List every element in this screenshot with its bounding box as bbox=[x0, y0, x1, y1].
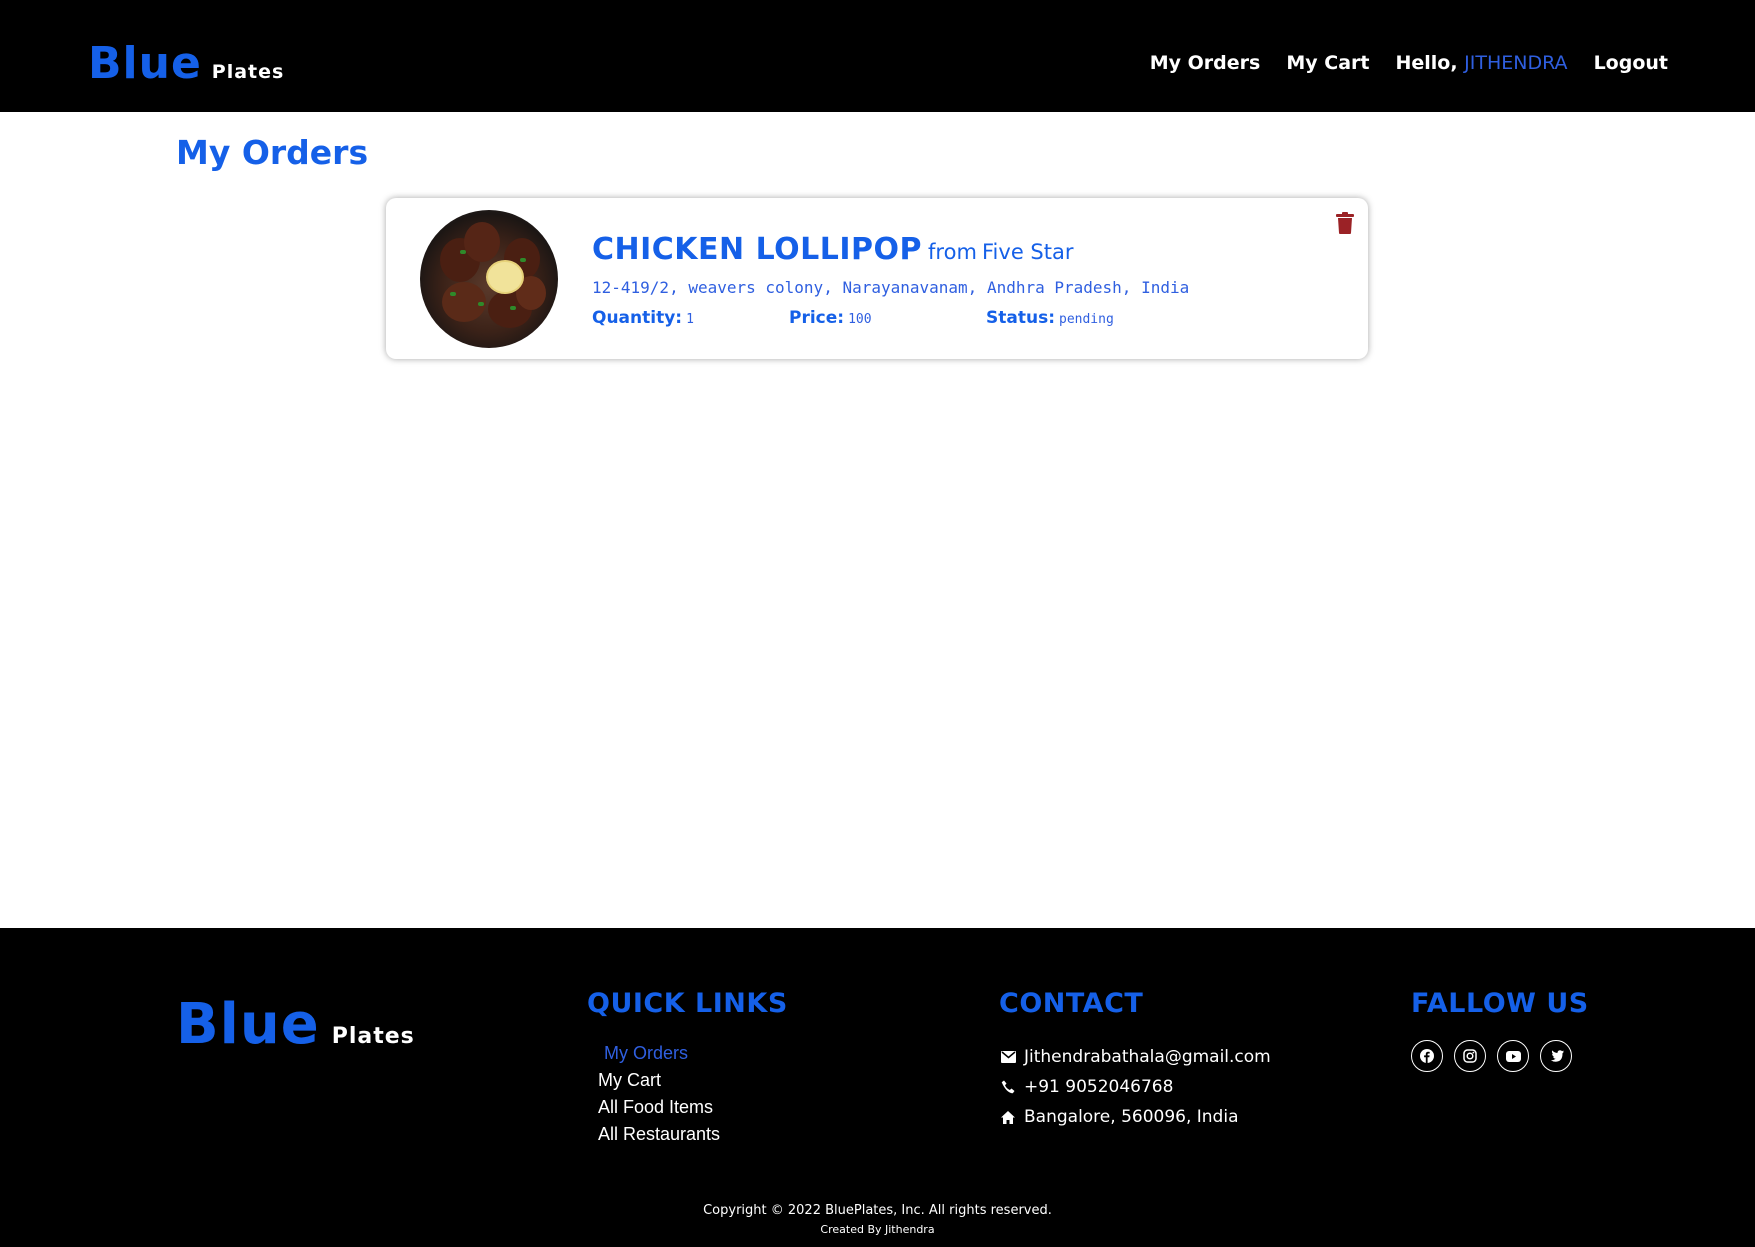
order-card: CHICKEN LOLLIPOP from Five Star 12-419/2,… bbox=[386, 198, 1368, 359]
hello-label: Hello, bbox=[1395, 52, 1465, 74]
instagram-link[interactable] bbox=[1454, 1040, 1486, 1072]
status-value: pending bbox=[1059, 312, 1114, 327]
brand-sub-text: Plates bbox=[211, 61, 285, 83]
instagram-icon bbox=[1463, 1049, 1477, 1063]
brand-logo[interactable]: Blue Plates bbox=[88, 38, 284, 89]
contact-heading: CONTACT bbox=[999, 988, 1144, 1019]
food-name: CHICKEN LOLLIPOP bbox=[592, 232, 923, 267]
nav-user-greeting: Hello, JITHENDRA bbox=[1395, 52, 1567, 74]
nav-logout[interactable]: Logout bbox=[1594, 52, 1668, 74]
twitter-icon bbox=[1550, 1050, 1564, 1062]
contact-phone: +91 9052046768 bbox=[1024, 1077, 1174, 1097]
created-by-text: Created By Jithendra bbox=[820, 1223, 935, 1236]
nav-links: My Orders My Cart Hello, JITHENDRA Logou… bbox=[1150, 52, 1668, 74]
contact-list: Jithendrabathala@gmail.com +91 905204676… bbox=[1000, 1042, 1271, 1132]
status-field: Status: pending bbox=[986, 308, 1114, 328]
follow-us-heading: FALLOW US bbox=[1411, 988, 1589, 1019]
youtube-icon bbox=[1505, 1050, 1521, 1062]
phone-icon bbox=[1000, 1079, 1016, 1095]
contact-phone-row: +91 9052046768 bbox=[1000, 1072, 1271, 1102]
facebook-icon bbox=[1420, 1049, 1434, 1063]
facebook-link[interactable] bbox=[1411, 1040, 1443, 1072]
price-field: Price: 100 bbox=[789, 308, 872, 328]
quick-link-my-cart[interactable]: My Cart bbox=[598, 1067, 720, 1094]
quick-links-list: My Orders My Cart All Food Items All Res… bbox=[598, 1040, 720, 1148]
user-name: JITHENDRA bbox=[1464, 52, 1568, 74]
page-title: My Orders bbox=[176, 133, 369, 172]
top-navbar: Blue Plates My Orders My Cart Hello, JITH… bbox=[0, 0, 1755, 112]
food-title: CHICKEN LOLLIPOP from Five Star bbox=[592, 232, 1073, 267]
quantity-field: Quantity: 1 bbox=[592, 308, 694, 328]
youtube-link[interactable] bbox=[1497, 1040, 1529, 1072]
contact-email-row: Jithendrabathala@gmail.com bbox=[1000, 1042, 1271, 1072]
nav-my-cart[interactable]: My Cart bbox=[1286, 52, 1369, 74]
footer-brand-logo: Blue Plates bbox=[176, 992, 415, 1057]
home-icon bbox=[1000, 1109, 1016, 1125]
footer-brand-sub: Plates bbox=[331, 1024, 415, 1049]
footer-brand-main: Blue bbox=[176, 992, 320, 1057]
brand-main-text: Blue bbox=[88, 38, 202, 89]
footer: Blue Plates QUICK LINKS My Orders My Cart… bbox=[0, 928, 1755, 1247]
quick-link-all-restaurants[interactable]: All Restaurants bbox=[598, 1121, 720, 1148]
copyright-text: Copyright © 2022 BluePlates, Inc. All ri… bbox=[703, 1203, 1052, 1218]
from-label: from bbox=[928, 240, 977, 264]
quantity-value: 1 bbox=[686, 312, 694, 327]
quantity-label: Quantity: bbox=[592, 308, 683, 328]
food-image bbox=[420, 210, 558, 348]
mail-icon bbox=[1000, 1049, 1016, 1065]
nav-my-orders[interactable]: My Orders bbox=[1150, 52, 1261, 74]
order-address: 12-419/2, weavers colony, Narayanavanam,… bbox=[592, 278, 1190, 297]
contact-address: Bangalore, 560096, India bbox=[1024, 1107, 1239, 1127]
quick-link-all-food-items[interactable]: All Food Items bbox=[598, 1094, 720, 1121]
social-links bbox=[1411, 1040, 1572, 1072]
quick-links-heading: QUICK LINKS bbox=[587, 988, 788, 1019]
contact-address-row: Bangalore, 560096, India bbox=[1000, 1102, 1271, 1132]
contact-email: Jithendrabathala@gmail.com bbox=[1024, 1047, 1271, 1067]
status-label: Status: bbox=[986, 308, 1055, 328]
restaurant-name: Five Star bbox=[982, 240, 1074, 264]
price-label: Price: bbox=[789, 308, 845, 328]
twitter-link[interactable] bbox=[1540, 1040, 1572, 1072]
quick-link-my-orders[interactable]: My Orders bbox=[604, 1040, 720, 1067]
price-value: 100 bbox=[848, 312, 872, 327]
trash-icon bbox=[1336, 212, 1354, 234]
delete-order-button[interactable] bbox=[1336, 212, 1354, 234]
